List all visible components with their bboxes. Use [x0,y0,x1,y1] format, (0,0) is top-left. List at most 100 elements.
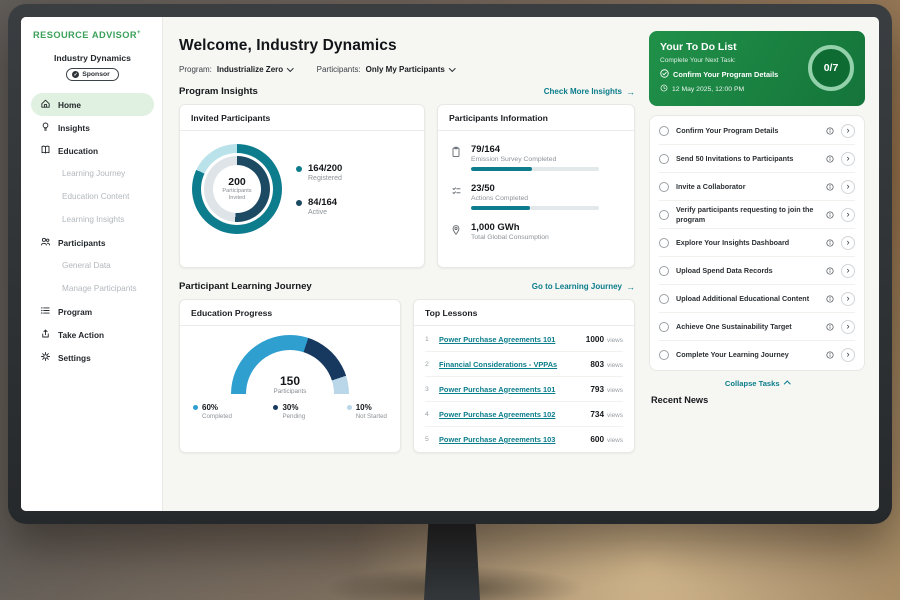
sidebar-item-general-data[interactable]: General Data [31,254,154,277]
lesson-link[interactable]: Power Purchase Agreements 101 [439,335,578,344]
stat-actions-completed: 23/50 Actions Completed [450,178,622,217]
chevron-right-icon[interactable] [841,292,855,306]
sponsor-badge[interactable]: Sponsor [66,68,119,81]
task-row-achieve-sustainability-target[interactable]: Achieve One Sustainability Target [659,313,855,341]
legend-dot [273,405,278,410]
task-checkbox[interactable] [659,266,669,276]
lesson-link[interactable]: Power Purchase Agreements 103 [439,435,582,444]
chevron-down-icon [449,65,455,71]
sidebar-item-manage-participants[interactable]: Manage Participants [31,277,154,300]
program-insights-title: Program Insights [179,86,258,97]
chevron-down-icon [287,65,293,71]
legend-value: 30% [282,403,305,412]
task-checkbox[interactable] [659,154,669,164]
legend-label: Not Started [356,413,387,420]
task-label: Send 50 Invitations to Participants [676,154,819,163]
views-label: views [607,412,623,419]
task-row-upload-spend-data[interactable]: Upload Spend Data Records [659,257,855,285]
task-label: Confirm Your Program Details [676,126,819,135]
collapse-tasks-link[interactable]: Collapse Tasks [649,379,865,388]
lesson-rank: 3 [425,386,431,393]
participants-label: Participants: [317,65,361,74]
task-row-confirm-program[interactable]: Confirm Your Program Details [659,117,855,145]
education-progress-card: Education Progress 150 Participants [179,299,401,453]
sidebar-item-label: Participants [58,238,106,248]
views-count: 803 [590,360,604,369]
chevron-right-icon[interactable] [841,124,855,138]
people-icon [40,236,51,249]
actions-progress-bar [471,206,599,210]
sidebar-item-learning-journey[interactable]: Learning Journey [31,162,154,185]
task-checkbox[interactable] [659,238,669,248]
task-row-invite-collaborator[interactable]: Invite a Collaborator [659,173,855,201]
sponsor-icon [72,71,79,78]
arrow-right-icon [626,87,635,97]
sidebar-item-education-content[interactable]: Education Content [31,185,154,208]
task-row-complete-learning-journey[interactable]: Complete Your Learning Journey [659,341,855,369]
chevron-right-icon[interactable] [841,180,855,194]
collapse-label: Collapse Tasks [725,379,780,388]
lesson-rank: 1 [425,336,431,343]
info-icon [826,127,834,135]
arrow-right-icon [626,282,635,292]
sidebar-item-settings[interactable]: Settings [31,346,154,369]
lesson-link[interactable]: Financial Considerations - VPPAs [439,360,582,369]
card-title: Top Lessons [414,300,634,326]
clipboard-icon [450,145,462,171]
legend-label: Pending [282,413,305,420]
info-icon [826,155,834,163]
chevron-right-icon[interactable] [841,264,855,278]
sidebar-item-program[interactable]: Program [31,300,154,323]
task-checkbox[interactable] [659,322,669,332]
legend-dot [347,405,352,410]
views-count: 734 [590,410,604,419]
pin-icon [450,223,462,241]
sidebar-item-label: Settings [58,353,91,363]
legend-label: Registered [308,175,342,182]
task-checkbox[interactable] [659,350,669,360]
task-row-explore-insights[interactable]: Explore Your Insights Dashboard [659,229,855,257]
sidebar-item-take-action[interactable]: Take Action [31,323,154,346]
task-row-send-invitations[interactable]: Send 50 Invitations to Participants [659,145,855,173]
task-checkbox[interactable] [659,182,669,192]
lesson-row: 4 Power Purchase Agreements 102 734views [425,402,623,427]
task-checkbox[interactable] [659,294,669,304]
legend-value: 10% [356,403,387,412]
go-to-learning-journey-link[interactable]: Go to Learning Journey [532,282,635,292]
task-checkbox[interactable] [659,210,669,220]
views-label: views [607,437,623,444]
lesson-row: 3 Power Purchase Agreements 101 793views [425,377,623,402]
lesson-link[interactable]: Power Purchase Agreements 101 [439,385,582,394]
program-dropdown[interactable]: Program: Industrialize Zero [179,65,293,74]
todo-due-date: 12 May 2025, 12:00 PM [672,86,744,93]
sidebar-item-insights[interactable]: Insights [31,116,154,139]
task-label: Explore Your Insights Dashboard [676,238,819,247]
lesson-row: 1 Power Purchase Agreements 101 1000view… [425,327,623,352]
task-label: Achieve One Sustainability Target [676,322,819,331]
chevron-right-icon[interactable] [841,348,855,362]
sidebar-item-home[interactable]: Home [31,93,154,116]
lesson-link[interactable]: Power Purchase Agreements 102 [439,410,582,419]
participants-dropdown[interactable]: Participants: Only My Participants [317,65,455,74]
donut-center-value: 200 [228,176,246,188]
sidebar-item-participants[interactable]: Participants [31,231,154,254]
sidebar-item-education[interactable]: Education [31,139,154,162]
learning-journey-title: Participant Learning Journey [179,281,312,292]
chevron-right-icon[interactable] [841,320,855,334]
chevron-right-icon[interactable] [841,236,855,250]
check-more-insights-link[interactable]: Check More Insights [544,87,635,97]
chevron-right-icon[interactable] [841,152,855,166]
todo-next-task: Confirm Your Program Details [673,70,778,79]
legend-pending: 30% Pending [273,403,305,420]
sidebar-item-learning-insights[interactable]: Learning Insights [31,208,154,231]
sidebar-item-label: Insights [58,123,90,133]
info-icon [826,183,834,191]
chevron-right-icon[interactable] [841,208,855,222]
legend-registered: 164/200 Registered [296,163,342,182]
top-lessons-card: Top Lessons 1 Power Purchase Agreements … [413,299,635,453]
task-row-verify-participants[interactable]: Verify participants requesting to join t… [659,201,855,229]
card-title: Participants Information [438,105,634,131]
task-checkbox[interactable] [659,126,669,136]
legend-dot [296,200,302,206]
task-row-upload-educational-content[interactable]: Upload Additional Educational Content [659,285,855,313]
